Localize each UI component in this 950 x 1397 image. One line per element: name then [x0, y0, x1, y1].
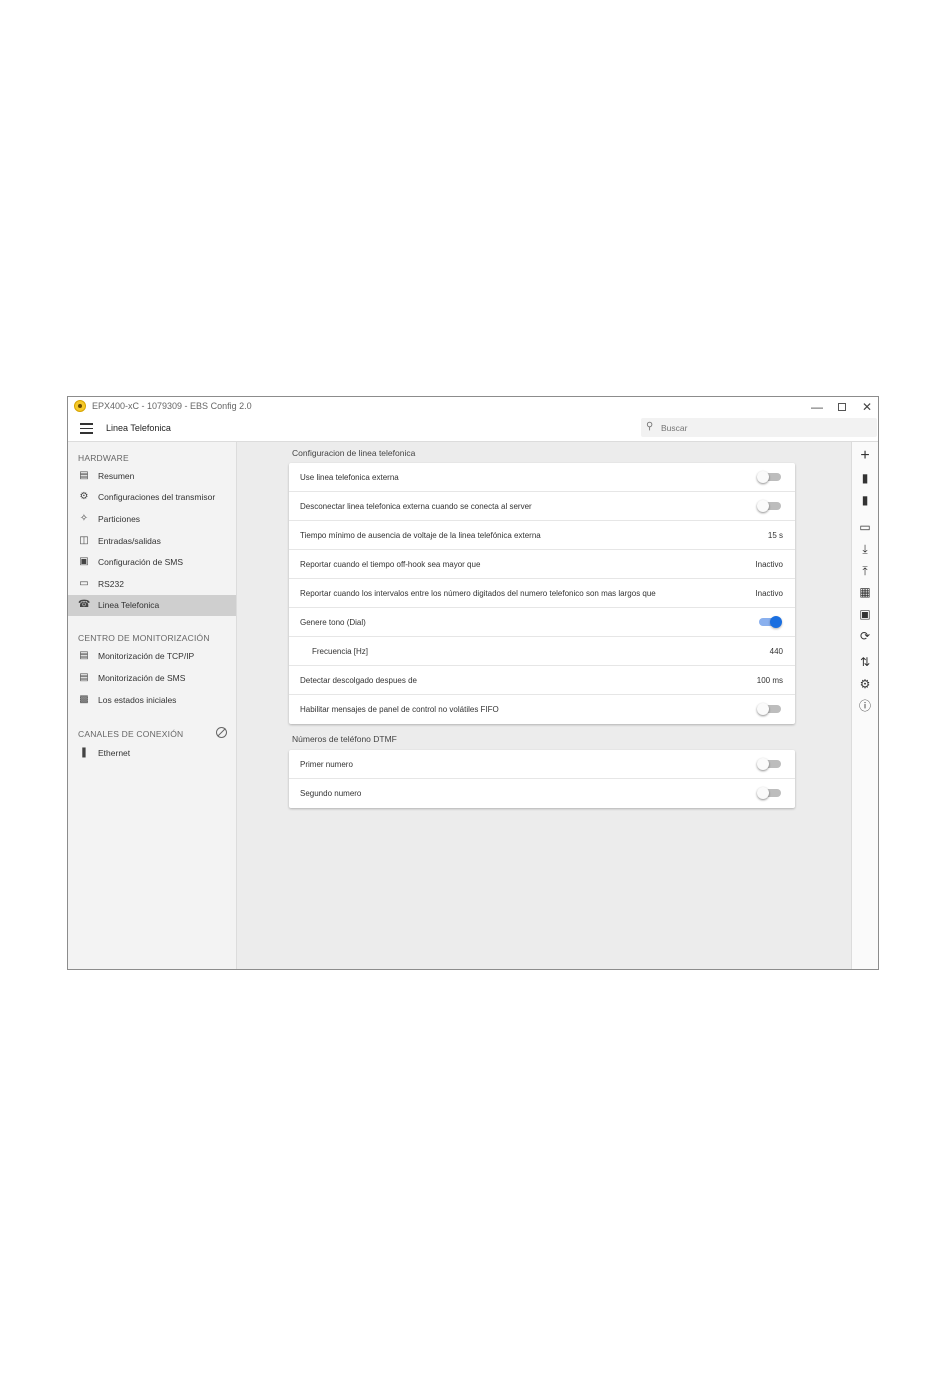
row-genere-tono[interactable]: Genere tono (Dial)	[289, 608, 795, 637]
app-window: EPX400-xC - 1079309 - EBS Config 2.0 — ✕…	[67, 396, 879, 970]
calendar-icon[interactable]: ▦	[858, 585, 872, 599]
sidebar-header-canales: CANALES DE CONEXIÓN	[78, 729, 184, 739]
row-reportar-off-hook[interactable]: Reportar cuando el tiempo off-hook sea m…	[289, 550, 795, 579]
right-toolbar: + ▮ ▮ ▭ ⤓ ⤒ ▦ ▣ ⟳ ⇅ ⚙ ⓘ	[851, 442, 878, 969]
settings-icon[interactable]: ⚙	[858, 677, 872, 691]
maximize-icon	[838, 403, 846, 411]
calendar-icon: ▤	[79, 672, 89, 683]
toggle-use-linea-externa[interactable]	[757, 471, 781, 483]
clipboard-icon: ▤	[79, 470, 89, 481]
calendar-icon: ▤	[79, 650, 89, 661]
minimize-button[interactable]: —	[808, 398, 826, 416]
sidebar-item-estados-iniciales[interactable]: ▩ Los estados iniciales	[68, 690, 236, 711]
sidebar-item-sms[interactable]: ▣ Configuración de SMS	[68, 552, 236, 573]
refresh-icon[interactable]: ⟳	[858, 629, 872, 643]
value-tiempo-minimo: 15 s	[767, 531, 783, 540]
transfer-icon[interactable]: ⇅	[858, 655, 872, 669]
firmware-icon[interactable]: ▣	[858, 607, 872, 621]
folder-download-icon[interactable]: ▮	[858, 471, 872, 485]
row-frecuencia[interactable]: Frecuencia [Hz] 440	[289, 637, 795, 666]
sidebar-item-linea-telefonica[interactable]: ☎ Linea Telefonica	[68, 595, 236, 616]
row-segundo-numero[interactable]: Segundo numero	[289, 779, 795, 808]
sidebar-header-hardware: HARDWARE	[78, 453, 129, 463]
sidebar-item-configuraciones[interactable]: ⚙ Configuraciones del transmisor	[68, 487, 236, 508]
value-off-hook: Inactivo	[755, 560, 783, 569]
maximize-button[interactable]	[833, 398, 851, 416]
main-content: Configuracion de linea telefonica Use li…	[237, 442, 851, 969]
partitions-icon: ✧	[79, 513, 89, 524]
sms-icon: ▣	[79, 556, 89, 567]
sidebar-item-ethernet[interactable]: ❚ Ethernet	[68, 743, 236, 764]
row-tiempo-minimo[interactable]: Tiempo mínimo de ausencia de voltaje de …	[289, 521, 795, 550]
sidebar-item-rs232[interactable]: ▭ RS232	[68, 574, 236, 595]
row-habilitar-fifo[interactable]: Habilitar mensajes de panel de control n…	[289, 695, 795, 724]
sidebar-item-particiones[interactable]: ✧ Particiones	[68, 509, 236, 530]
close-button[interactable]: ✕	[858, 398, 876, 416]
app-bar: Linea Telefonica ⚲	[68, 417, 878, 442]
toggle-primer-numero[interactable]	[757, 758, 781, 770]
search-box[interactable]: ⚲	[641, 418, 877, 437]
upload-icon[interactable]: ⤒	[858, 564, 872, 578]
page-title: Linea Telefonica	[106, 423, 171, 433]
gear-icon: ⚙	[79, 491, 89, 502]
row-detectar-descolgado[interactable]: Detectar descolgado despues de 100 ms	[289, 666, 795, 695]
sidebar-header-monitorizacion: CENTRO DE MONITORIZACIÓN	[78, 633, 210, 643]
value-intervalos: Inactivo	[755, 589, 783, 598]
row-reportar-intervalos[interactable]: Reportar cuando los intervalos entre los…	[289, 579, 795, 608]
monitor-icon[interactable]: ▭	[858, 520, 872, 534]
window-title: EPX400-xC - 1079309 - EBS Config 2.0	[92, 401, 252, 411]
card-dtmf: Primer numero Segundo numero	[289, 750, 795, 808]
sidebar: HARDWARE ▤ Resumen ⚙ Configuraciones del…	[68, 442, 237, 969]
toggle-desconectar-linea[interactable]	[757, 500, 781, 512]
row-use-linea-externa[interactable]: Use linea telefonica externa	[289, 463, 795, 492]
sidebar-item-monitorizacion-sms[interactable]: ▤ Monitorización de SMS	[68, 668, 236, 689]
ethernet-plug-icon: ❚	[79, 747, 89, 758]
app-logo-icon	[74, 400, 86, 412]
section-title-dtmf: Números de teléfono DTMF	[292, 734, 397, 744]
menu-icon[interactable]	[80, 423, 93, 434]
phone-icon: ☎	[78, 599, 91, 610]
value-frecuencia: 440	[769, 647, 783, 656]
row-primer-numero[interactable]: Primer numero	[289, 750, 795, 779]
section-title-linea: Configuracion de linea telefonica	[292, 448, 416, 458]
toggle-habilitar-fifo[interactable]	[757, 703, 781, 715]
search-input[interactable]	[659, 420, 873, 436]
toggle-segundo-numero[interactable]	[757, 787, 781, 799]
row-desconectar-linea[interactable]: Desconectar linea telefonica externa cua…	[289, 492, 795, 521]
plus-icon[interactable]: +	[858, 448, 872, 464]
sidebar-item-resumen[interactable]: ▤ Resumen	[68, 466, 236, 487]
value-descolgado: 100 ms	[756, 676, 783, 685]
help-icon[interactable]: ⓘ	[858, 699, 872, 713]
title-bar: EPX400-xC - 1079309 - EBS Config 2.0 — ✕	[68, 397, 878, 417]
card-linea-telefonica: Use linea telefonica externa Desconectar…	[289, 463, 795, 724]
folder-upload-icon[interactable]: ▮	[858, 493, 872, 507]
cancel-icon[interactable]	[216, 727, 227, 738]
sidebar-item-entradas-salidas[interactable]: ◫ Entradas/salidas	[68, 531, 236, 552]
states-icon: ▩	[79, 694, 89, 705]
download-icon[interactable]: ⤓	[858, 542, 872, 556]
toggle-genere-tono[interactable]	[759, 616, 782, 628]
rs232-icon: ▭	[79, 578, 89, 589]
search-icon: ⚲	[646, 421, 654, 432]
io-icon: ◫	[79, 535, 89, 546]
sidebar-item-monitorizacion-tcp[interactable]: ▤ Monitorización de TCP/IP	[68, 646, 236, 667]
